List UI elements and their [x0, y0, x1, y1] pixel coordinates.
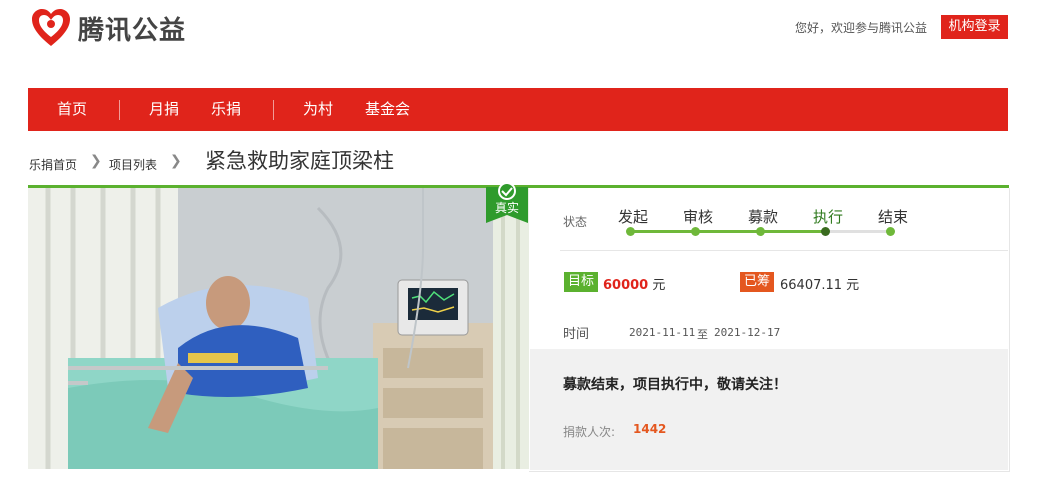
step-dot — [691, 227, 700, 236]
step-start: 发起 — [618, 208, 649, 226]
breadcrumb-home-link[interactable]: 乐捐首页 — [29, 156, 77, 173]
nav-item-lejuan[interactable]: 乐捐 — [211, 88, 241, 131]
status-notice-text: 募款结束，项目执行中，敬请关注！ — [563, 377, 787, 393]
raised-amount-row: 66407.11 元 — [780, 274, 859, 293]
step-dot-current — [821, 227, 830, 236]
panel-divider — [560, 250, 1008, 251]
donor-count-label: 捐款人次: — [563, 425, 616, 439]
breadcrumb-list-link[interactable]: 项目列表 — [109, 156, 157, 173]
goal-unit: 元 — [652, 278, 666, 293]
nav-item-weicun[interactable]: 为村 — [303, 88, 333, 131]
project-photo — [28, 188, 529, 469]
raised-tag: 已筹 — [740, 272, 775, 292]
goal-amount: 60000 — [603, 278, 649, 293]
time-end: 2021-12-17 — [714, 326, 781, 339]
goal-amount-row: 60000 元 — [603, 274, 665, 293]
welcome-text: 您好，欢迎参与腾讯公益 — [795, 21, 928, 35]
status-progress-fill — [630, 230, 825, 233]
time-start: 2021-11-11 — [629, 326, 696, 339]
step-dot — [886, 227, 895, 236]
time-label: 时间 — [563, 327, 590, 342]
step-execution: 执行 — [813, 208, 844, 226]
nav-divider — [273, 100, 274, 120]
verified-badge: 真实 — [486, 182, 528, 223]
time-separator: 至 — [697, 328, 708, 341]
chevron-right-icon: ❯ — [90, 153, 102, 169]
step-fundraising: 募款 — [748, 208, 779, 226]
main-nav: 首页 月捐 乐捐 为村 基金会 — [28, 88, 1008, 131]
step-dot — [756, 227, 765, 236]
raised-amount: 66407.11 — [780, 278, 843, 293]
chevron-right-icon: ❯ — [170, 153, 182, 169]
heart-logo-icon — [32, 9, 70, 46]
tencent-charity-logo[interactable]: 腾讯公益 — [30, 8, 186, 48]
verified-label: 真实 — [495, 200, 519, 215]
nav-item-monthly[interactable]: 月捐 — [149, 88, 179, 131]
nav-divider — [119, 100, 120, 120]
org-login-button[interactable]: 机构登录 — [941, 15, 1008, 39]
step-end: 结束 — [878, 208, 909, 226]
raised-unit: 元 — [846, 278, 860, 293]
status-notice-box — [530, 349, 1008, 470]
step-dot — [626, 227, 635, 236]
donor-count-value: 1442 — [633, 422, 667, 436]
nav-item-home[interactable]: 首页 — [57, 88, 87, 131]
status-label: 状态 — [563, 215, 588, 229]
logo-text: 腾讯公益 — [78, 15, 187, 46]
step-review: 审核 — [683, 208, 714, 226]
nav-item-foundation[interactable]: 基金会 — [365, 88, 410, 131]
page-title: 紧急救助家庭顶梁柱 — [205, 149, 394, 173]
goal-tag: 目标 — [564, 272, 599, 292]
